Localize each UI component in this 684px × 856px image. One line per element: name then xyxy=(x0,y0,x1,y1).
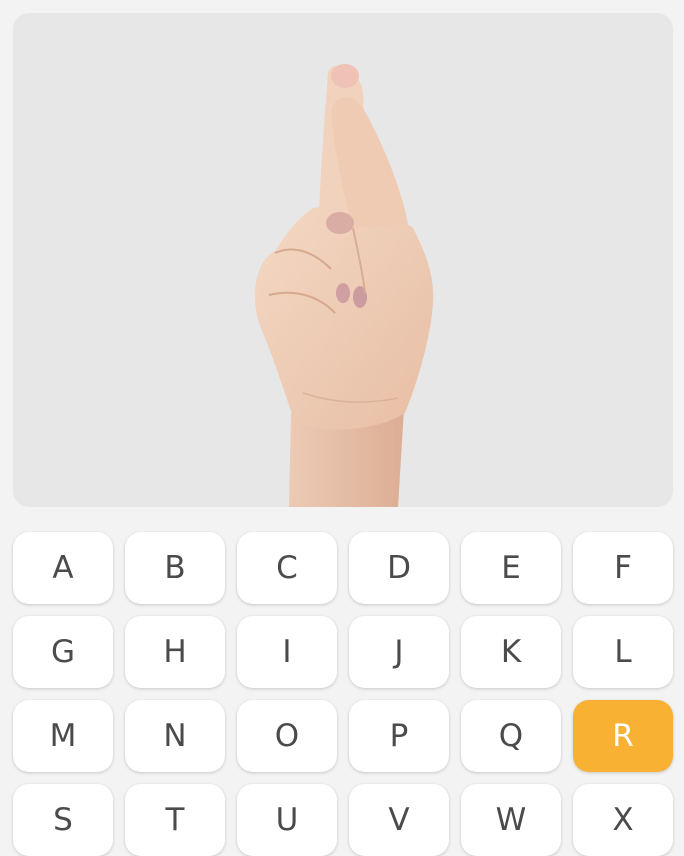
letter-key-e[interactable]: E xyxy=(461,532,561,604)
letter-key-c[interactable]: C xyxy=(237,532,337,604)
hand-sign-r-image xyxy=(254,64,434,507)
letter-key-d[interactable]: D xyxy=(349,532,449,604)
letter-key-s[interactable]: S xyxy=(13,784,113,856)
letter-key-u[interactable]: U xyxy=(237,784,337,856)
letter-key-i[interactable]: I xyxy=(237,616,337,688)
letter-key-j[interactable]: J xyxy=(349,616,449,688)
letter-key-k[interactable]: K xyxy=(461,616,561,688)
letter-key-h[interactable]: H xyxy=(125,616,225,688)
letter-key-q[interactable]: Q xyxy=(461,700,561,772)
letter-key-m[interactable]: M xyxy=(13,700,113,772)
letter-key-w[interactable]: W xyxy=(461,784,561,856)
letter-key-o[interactable]: O xyxy=(237,700,337,772)
letter-key-v[interactable]: V xyxy=(349,784,449,856)
letter-key-a[interactable]: A xyxy=(13,532,113,604)
letter-key-b[interactable]: B xyxy=(125,532,225,604)
letter-key-n[interactable]: N xyxy=(125,700,225,772)
letter-key-t[interactable]: T xyxy=(125,784,225,856)
letter-keyboard: ABCDEF GHIJKL MNOPQR STUVWX xyxy=(13,532,673,856)
letter-key-r[interactable]: R xyxy=(573,700,673,772)
letter-key-g[interactable]: G xyxy=(13,616,113,688)
letter-key-l[interactable]: L xyxy=(573,616,673,688)
letter-key-f[interactable]: F xyxy=(573,532,673,604)
letter-key-p[interactable]: P xyxy=(349,700,449,772)
sign-image-panel xyxy=(13,13,673,507)
letter-key-x[interactable]: X xyxy=(573,784,673,856)
